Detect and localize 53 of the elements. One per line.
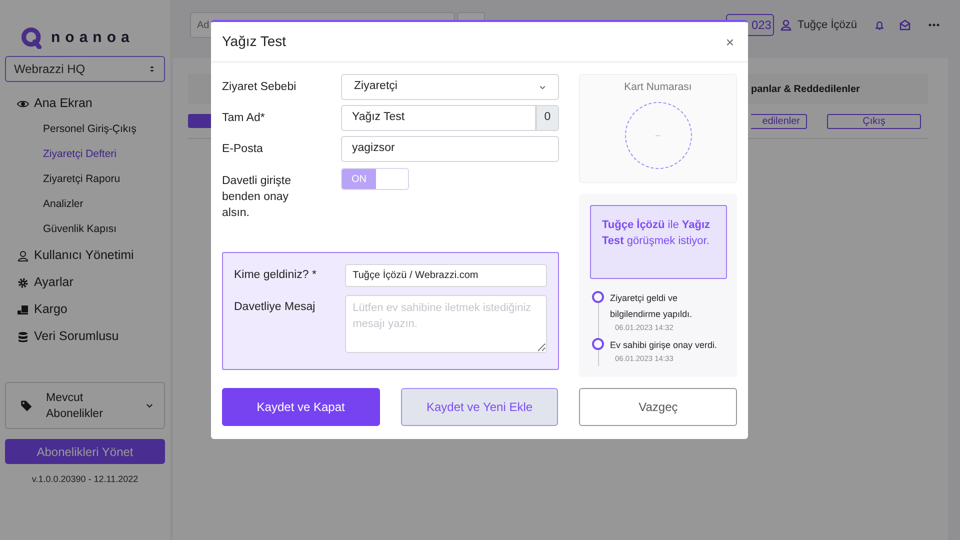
nav-item[interactable]: Ana Ekran (34, 94, 92, 113)
field-label: Tam Ad* (222, 111, 266, 126)
field-label: Davetli girişte benden onay alsın. (222, 174, 292, 221)
save-close-button[interactable]: Kaydet ve Kapat (222, 388, 380, 426)
exit-button[interactable]: Çıkış (827, 114, 921, 128)
logo-icon (21, 27, 43, 49)
version-text: v.1.0.0.20390 - 12.11.2022 (32, 473, 138, 486)
name-field[interactable]: Yağız Test (341, 105, 536, 131)
sort-icon (148, 64, 156, 74)
column-header: panlar & Reddedilenler (751, 82, 860, 96)
bell-icon (874, 20, 885, 30)
boxes-icon (17, 304, 29, 316)
card-number: – (655, 128, 660, 142)
mail-icon (899, 19, 911, 31)
chevron-down-icon (145, 401, 154, 410)
timeline-text: Ziyaretçi geldi ve bilgilendirme yapıldı. (610, 292, 694, 321)
field-label: Ziyaret Sebebi (222, 80, 298, 95)
nav-item[interactable]: Ayarlar (34, 273, 74, 292)
user-name[interactable]: Tuğçe İçözü (797, 16, 857, 34)
character-count: 0 (536, 105, 559, 131)
message-field[interactable]: Lütfen ev sahibine iletmek istediğiniz mesajı yazın. (344, 295, 547, 353)
nav-item[interactable]: Kullanıcı Yönetimi (34, 246, 134, 265)
gear-icon (17, 276, 29, 288)
nav-subitem[interactable]: Personel Giriş-Çıkış (43, 122, 136, 138)
subscriptions-dropdown[interactable]: Mevcut Abonelikler (5, 382, 165, 429)
logo-text: noanoa (51, 28, 134, 48)
rejected-button[interactable]: edilenler (751, 114, 807, 128)
user-icon (17, 250, 29, 262)
field-label: Davetliye Mesaj (234, 300, 316, 315)
timeline-text: Ev sahibi girişe onay verdi. (610, 339, 718, 352)
database-icon (17, 330, 29, 342)
nav-item[interactable]: Kargo (34, 300, 68, 319)
card-title: Kart Numarası (624, 80, 692, 95)
cancel-button[interactable]: Vazgeç (579, 388, 738, 426)
nav-subitem[interactable]: Ziyaretçi Defteri (43, 146, 117, 162)
nav-subitem[interactable]: Analizler (43, 196, 84, 212)
manage-subscriptions-button[interactable]: Abonelikleri Yönet (5, 439, 165, 464)
nav-subitem[interactable]: Güvenlik Kapısı (43, 222, 117, 238)
dialog-title: Yağız Test (222, 32, 286, 51)
user-icon (780, 19, 792, 31)
chevron-down-icon (539, 84, 546, 90)
save-new-button[interactable]: Kaydet ve Yeni Ekle (400, 388, 558, 426)
tags-icon (20, 398, 34, 412)
notice-text: Tuğçe İçözü ile Yağız Test görüşmek istiyor. (602, 218, 711, 249)
host-field[interactable]: Tuğçe İçözü / Webrazzi.com (344, 264, 547, 287)
nav-subitem[interactable]: Ziyaretçi Raporu (43, 172, 120, 188)
reason-select[interactable]: Ziyaretçi (341, 74, 559, 100)
field-label: E-Posta (222, 142, 264, 157)
org-select[interactable]: Webrazzi HQ (5, 56, 165, 82)
close-button[interactable]: × (726, 34, 734, 48)
nav-item[interactable]: Veri Sorumlusu (34, 327, 119, 346)
field-label: Kime geldiniz? * (234, 268, 318, 283)
email-field[interactable]: yagizsor (341, 136, 559, 162)
